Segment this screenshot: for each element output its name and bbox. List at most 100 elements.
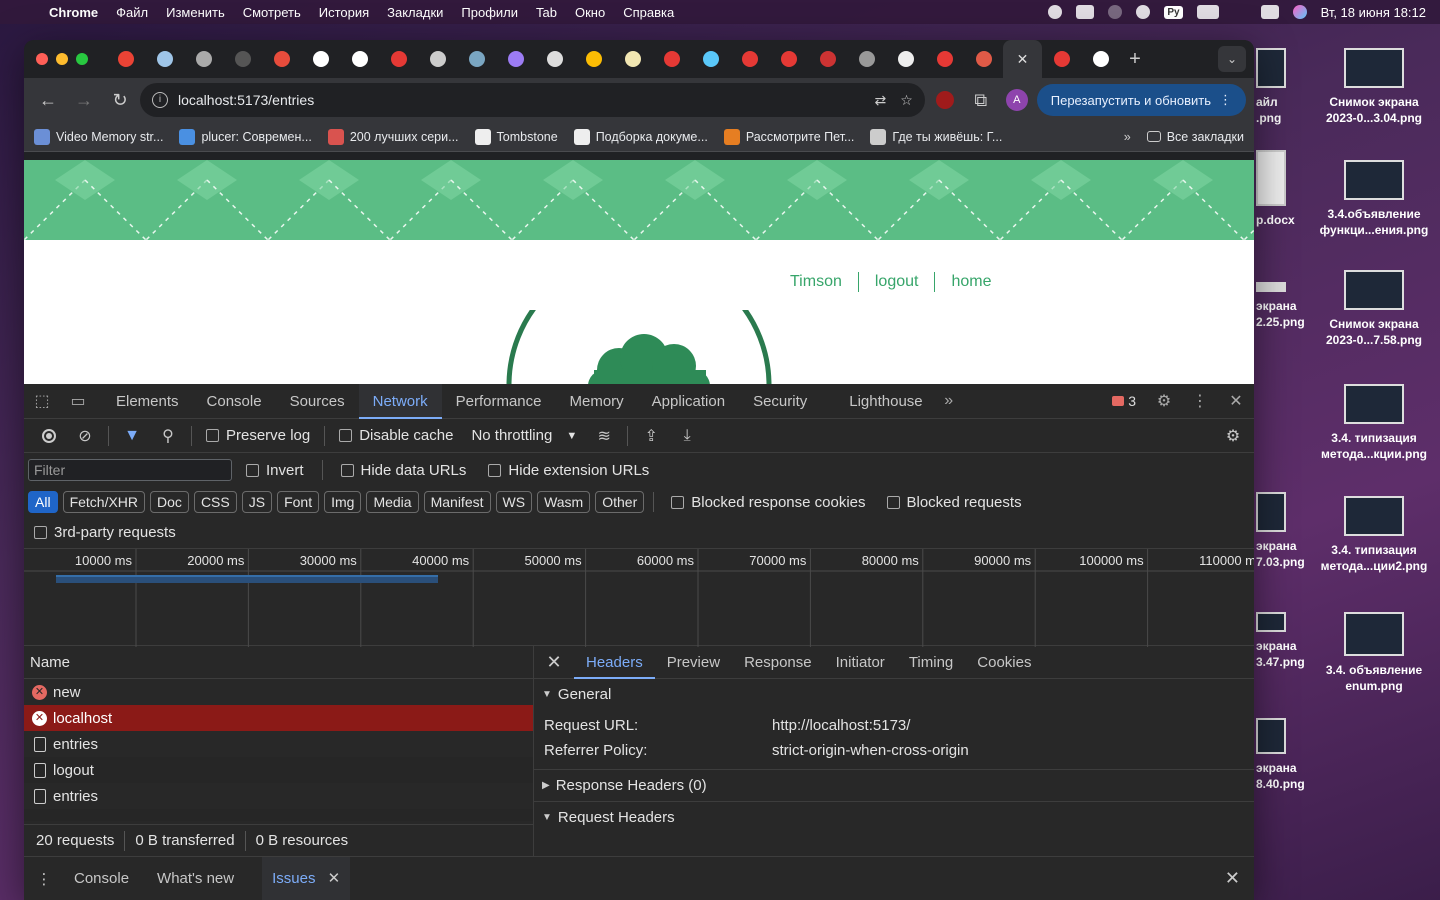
tab-cookies[interactable]: Cookies [965, 646, 1043, 679]
menu-window[interactable]: Окно [566, 5, 614, 20]
desktop-file[interactable]: p.docx [1256, 150, 1326, 228]
desktop-file[interactable]: 3.4.объявление функци...ения.png [1314, 160, 1434, 238]
desktop-file[interactable]: айл .png [1256, 48, 1326, 126]
browser-tab[interactable] [145, 40, 184, 78]
device-toolbar-icon[interactable]: ▭ [60, 384, 96, 419]
browser-tab[interactable] [652, 40, 691, 78]
nav-logout-link[interactable]: logout [859, 273, 935, 291]
browser-tab[interactable] [808, 40, 847, 78]
menu-help[interactable]: Справка [614, 5, 683, 20]
network-overview-timeline[interactable]: 10000 ms 20000 ms 30000 ms 40000 ms 50000 ms… [24, 548, 1254, 647]
translate-icon[interactable]: ⇄ [874, 92, 886, 109]
input-language[interactable]: Ру [1164, 5, 1183, 19]
control-center-icon[interactable] [1260, 5, 1279, 19]
play-icon[interactable] [1136, 5, 1151, 19]
desktop-file[interactable]: Снимок экрана 2023-0...7.58.png [1314, 270, 1434, 348]
filter-input[interactable]: Filter [28, 459, 232, 481]
filter-funnel-icon[interactable]: ▼ [115, 421, 149, 451]
desktop-file[interactable]: экрана 2.25.png [1256, 282, 1326, 330]
tab-headers[interactable]: Headers [574, 646, 655, 679]
siri-icon[interactable] [1292, 5, 1307, 19]
close-window-button[interactable] [36, 53, 48, 65]
active-tab-close-icon[interactable]: ✕ [1003, 40, 1042, 78]
browser-tab[interactable] [925, 40, 964, 78]
browser-tab[interactable] [1081, 40, 1120, 78]
close-drawer-icon[interactable]: ✕ [1225, 868, 1240, 889]
tab-elements[interactable]: Elements [102, 384, 193, 419]
browser-tab[interactable] [106, 40, 145, 78]
hide-extension-urls-checkbox[interactable]: Hide extension URLs [480, 462, 657, 479]
type-filter-font[interactable]: Font [277, 491, 320, 513]
bookmark-item[interactable]: Подборка докуме... [573, 128, 708, 145]
browser-tab[interactable] [301, 40, 340, 78]
type-filter-wasm[interactable]: Wasm [537, 491, 591, 513]
general-section-toggle[interactable]: ▼ General [534, 679, 1254, 709]
site-info-icon[interactable]: i [152, 92, 168, 108]
drawer-tab-whats-new[interactable]: What's new [147, 857, 244, 900]
menu-bookmarks[interactable]: Закладки [378, 5, 452, 20]
nav-home-link[interactable]: home [935, 273, 1007, 291]
type-filter-other[interactable]: Other [595, 491, 645, 513]
table-row[interactable]: ✕ new [24, 679, 533, 705]
search-icon[interactable]: ⚲ [151, 421, 185, 451]
close-devtools-icon[interactable]: ✕ [1218, 384, 1254, 419]
throttling-select[interactable]: No throttling ▼ [463, 427, 585, 444]
extensions-icon[interactable]: ⧉ [965, 84, 997, 116]
request-headers-toggle[interactable]: ▼ Request Headers [534, 802, 1254, 832]
bookmark-item[interactable]: Video Memory str... [34, 128, 163, 145]
url-text[interactable]: localhost:5173/entries [178, 92, 314, 108]
tab-network[interactable]: Network [358, 383, 442, 419]
bookmark-item[interactable]: Tombstone [474, 128, 558, 145]
bookmark-item[interactable]: Рассмотрите Пет... [723, 128, 854, 145]
desktop-file[interactable]: 3.4. типизация метода...кции.png [1314, 384, 1434, 462]
inspect-element-icon[interactable]: ⬚ [24, 384, 60, 419]
menu-profiles[interactable]: Профили [452, 5, 527, 20]
close-details-icon[interactable]: ✕ [534, 652, 574, 673]
browser-tab[interactable] [223, 40, 262, 78]
tab-sources[interactable]: Sources [276, 384, 359, 419]
moon-icon[interactable] [1108, 5, 1123, 19]
bookmark-item[interactable]: 200 лучших сери... [327, 128, 459, 145]
battery-icon[interactable] [1196, 5, 1219, 19]
network-conditions-icon[interactable]: ≋ [587, 421, 621, 451]
column-header-name[interactable]: Name [24, 646, 533, 679]
clear-icon[interactable]: ⊘ [68, 421, 102, 451]
tab-lighthouse[interactable]: Lighthouse [835, 384, 936, 419]
type-filter-css[interactable]: CSS [193, 491, 237, 513]
settings-gear-icon[interactable]: ⚙ [1146, 384, 1182, 419]
type-filter-img[interactable]: Img [324, 491, 362, 513]
bookmark-item[interactable]: plucer: Современ... [179, 128, 312, 145]
back-icon[interactable]: ← [32, 84, 64, 116]
tab-memory[interactable]: Memory [556, 384, 638, 419]
tab-security[interactable]: Security [739, 384, 821, 419]
tab-initiator[interactable]: Initiator [824, 646, 897, 679]
tab-search-button[interactable]: ⌄ [1218, 46, 1246, 72]
close-tab-icon[interactable]: ✕ [328, 870, 341, 887]
all-bookmarks-folder[interactable]: Все закладки [1146, 130, 1244, 144]
bookmark-item[interactable]: Где ты живёшь: Г... [870, 128, 1002, 145]
desktop-file[interactable]: 3.4. объявление enum.png [1314, 612, 1434, 694]
menu-edit[interactable]: Изменить [157, 5, 234, 20]
type-filter-manifest[interactable]: Manifest [423, 491, 491, 513]
browser-tab[interactable] [418, 40, 457, 78]
browser-tab[interactable] [1042, 40, 1081, 78]
cloud-icon[interactable] [1076, 5, 1095, 19]
type-filter-js[interactable]: JS [241, 491, 273, 513]
table-row[interactable]: logout [24, 757, 533, 783]
desktop-file[interactable]: экрана 8.40.png [1256, 718, 1326, 792]
browser-tab[interactable] [340, 40, 379, 78]
browser-tab[interactable] [691, 40, 730, 78]
browser-tab[interactable] [379, 40, 418, 78]
type-filter-ws[interactable]: WS [495, 491, 533, 513]
browser-tab[interactable] [730, 40, 769, 78]
menu-file[interactable]: Файл [107, 5, 157, 20]
type-filter-all[interactable]: All [28, 491, 58, 513]
forward-icon[interactable]: → [68, 84, 100, 116]
tab-preview[interactable]: Preview [655, 646, 732, 679]
nav-user-link[interactable]: Timson [774, 273, 858, 291]
tab-console[interactable]: Console [193, 384, 276, 419]
browser-tab[interactable] [613, 40, 652, 78]
drawer-tab-console[interactable]: Console [64, 857, 139, 900]
blocked-response-cookies-checkbox[interactable]: Blocked response cookies [663, 494, 873, 511]
drawer-menu-icon[interactable]: ⋮ [24, 870, 64, 888]
